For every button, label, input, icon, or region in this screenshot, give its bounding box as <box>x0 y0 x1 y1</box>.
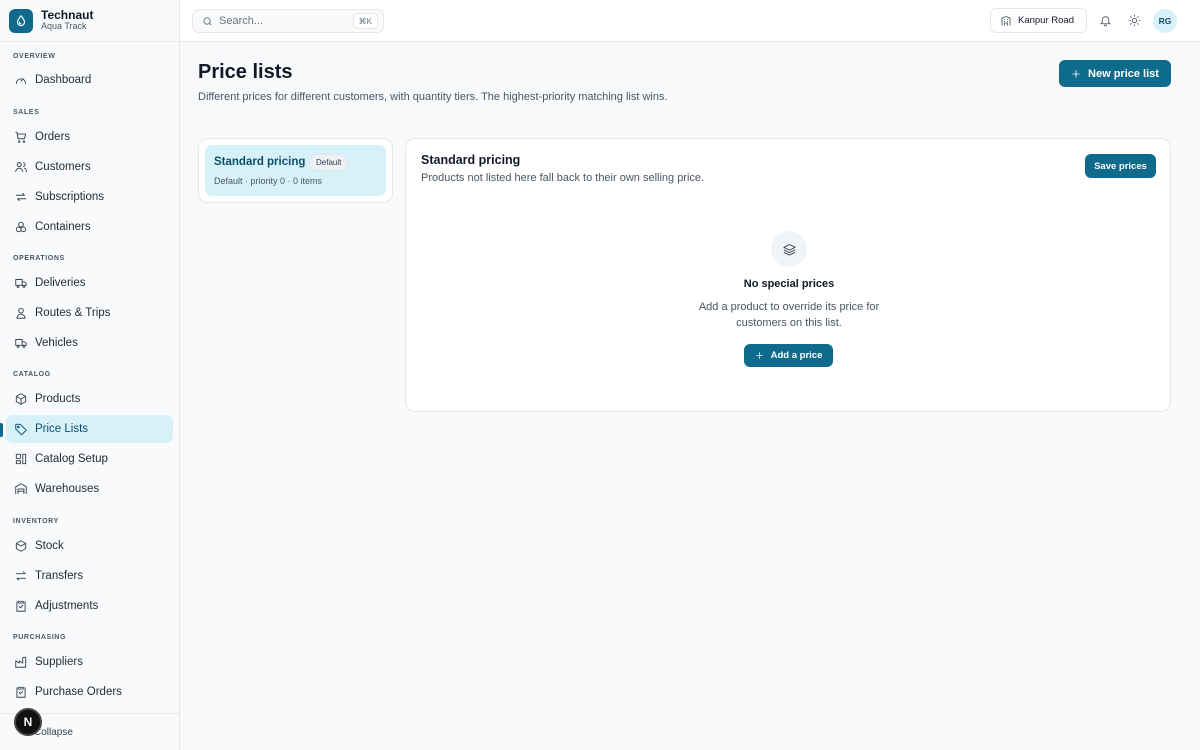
avatar[interactable]: RG <box>1153 9 1177 33</box>
sidebar-item-label: Containers <box>35 221 91 233</box>
sidebar-item-vehicles[interactable]: Vehicles <box>6 329 173 357</box>
sidebar-item-routes-trips[interactable]: Routes & Trips <box>6 299 173 327</box>
warehouse-icon <box>15 483 27 495</box>
empty-state-title: No special prices <box>743 278 835 290</box>
price-list-detail: Standard pricing Products not listed her… <box>405 138 1171 412</box>
catalog-setup-icon <box>15 453 27 465</box>
price-list-list: Standard pricing Default Default · prior… <box>198 138 393 203</box>
section-sales: Sales <box>13 109 40 116</box>
brand-logo-icon <box>9 8 33 33</box>
empty-state-description: Add a product to override its price for … <box>698 301 880 329</box>
layers-icon <box>771 231 807 267</box>
sidebar-item-products[interactable]: Products <box>6 385 173 413</box>
sidebar-item-label: Adjustments <box>35 600 99 612</box>
price-list-item[interactable]: Standard pricing Default Default · prior… <box>205 145 386 196</box>
cylinders-icon <box>15 221 27 233</box>
default-badge: Default <box>309 154 349 171</box>
new-price-list-label: New price list <box>1088 67 1159 80</box>
arrows-icon <box>15 571 27 581</box>
sidebar-item-customers[interactable]: Customers <box>6 153 173 181</box>
users-icon <box>15 162 27 173</box>
branch-selector[interactable]: Kanpur Road <box>990 8 1087 33</box>
notifications-button[interactable] <box>1097 12 1113 28</box>
route-icon <box>16 307 26 319</box>
detail-subtitle: Products not listed here fall back to th… <box>421 172 705 184</box>
cart-icon <box>15 131 27 143</box>
building-icon <box>1001 15 1011 25</box>
sidebar-item-containers[interactable]: Containers <box>6 213 173 241</box>
sidebar-item-warehouses[interactable]: Warehouses <box>6 475 173 503</box>
sidebar-item-label: Subscriptions <box>35 191 105 203</box>
section-inventory: Inventory <box>13 518 59 525</box>
new-price-list-button[interactable]: New price list <box>1059 60 1171 87</box>
dev-badge[interactable]: N <box>14 708 42 736</box>
sidebar-item-label: Dashboard <box>35 74 92 86</box>
bell-icon <box>1099 15 1111 26</box>
page-description: Different prices for different customers… <box>198 91 668 103</box>
price-list-name: Standard pricing <box>214 156 306 168</box>
sidebar-item-label: Warehouses <box>35 483 100 495</box>
sun-icon <box>1128 14 1140 26</box>
sidebar-item-label: Orders <box>35 131 71 143</box>
sidebar-item-label: Products <box>35 393 81 405</box>
sidebar-item-label: Customers <box>35 161 91 173</box>
add-price-button[interactable]: Add a price <box>744 344 833 367</box>
search-icon <box>203 16 212 25</box>
factory-icon <box>15 656 27 668</box>
repeat-icon <box>15 193 27 201</box>
sidebar-item-purchase-orders[interactable]: Purchase Orders <box>6 678 173 706</box>
save-prices-button[interactable]: Save prices <box>1085 154 1156 178</box>
search-shortcut: ⌘K <box>352 13 378 29</box>
sidebar-item-deliveries[interactable]: Deliveries <box>6 269 173 297</box>
stock-icon <box>15 540 27 552</box>
active-indicator <box>0 423 3 437</box>
sidebar-item-label: Transfers <box>35 570 84 582</box>
brand-subtitle: Aqua Track <box>41 21 87 32</box>
section-purchasing: Purchasing <box>13 634 67 641</box>
page-title: Price lists <box>198 61 293 83</box>
plus-icon <box>755 352 763 359</box>
sidebar-item-price-lists[interactable]: Price Lists <box>6 415 173 443</box>
section-catalog: Catalog <box>13 371 51 378</box>
sidebar-item-label: Price Lists <box>35 423 89 435</box>
sidebar-item-label: Suppliers <box>35 656 83 668</box>
section-operations: Operations <box>13 255 65 262</box>
section-overview: Overview <box>13 53 56 60</box>
truck-icon <box>15 279 27 288</box>
gauge-icon <box>15 78 27 84</box>
clipboard-icon <box>16 600 26 612</box>
sidebar-item-adjustments[interactable]: Adjustments <box>6 592 173 620</box>
branch-label: Kanpur Road <box>1018 15 1074 26</box>
search-placeholder: Search... <box>219 15 264 27</box>
sidebar-item-subscriptions[interactable]: Subscriptions <box>6 183 173 211</box>
sidebar-item-dashboard[interactable]: Dashboard <box>6 66 173 94</box>
sidebar-item-label: Vehicles <box>35 337 78 349</box>
vehicle-icon <box>15 339 27 348</box>
sidebar-item-label: Catalog Setup <box>35 453 108 465</box>
sidebar-item-orders[interactable]: Orders <box>6 123 173 151</box>
sidebar: Technaut Aqua Track Overview Dashboard S… <box>0 0 180 750</box>
search-input[interactable]: Search... ⌘K <box>192 9 384 33</box>
sidebar-item-stock[interactable]: Stock <box>6 532 173 560</box>
detail-title: Standard pricing <box>421 153 521 167</box>
sidebar-item-catalog-setup[interactable]: Catalog Setup <box>6 445 173 473</box>
plus-icon <box>1072 69 1080 78</box>
sidebar-item-label: Routes & Trips <box>35 307 111 319</box>
theme-toggle[interactable] <box>1126 12 1142 28</box>
box-icon <box>15 393 27 405</box>
sidebar-item-transfers[interactable]: Transfers <box>6 562 173 590</box>
price-list-meta: Default · priority 0 · 0 items <box>214 176 323 186</box>
sidebar-item-label: Stock <box>35 540 64 552</box>
add-price-label: Add a price <box>770 350 823 361</box>
topbar: Search... ⌘K Kanpur Road RG <box>180 0 1200 42</box>
clipboard-check-icon <box>16 686 26 698</box>
sidebar-item-label: Purchase Orders <box>35 686 122 698</box>
brand[interactable]: Technaut Aqua Track <box>0 0 179 42</box>
tag-icon <box>15 423 27 436</box>
sidebar-item-suppliers[interactable]: Suppliers <box>6 648 173 676</box>
sidebar-item-label: Deliveries <box>35 277 86 289</box>
